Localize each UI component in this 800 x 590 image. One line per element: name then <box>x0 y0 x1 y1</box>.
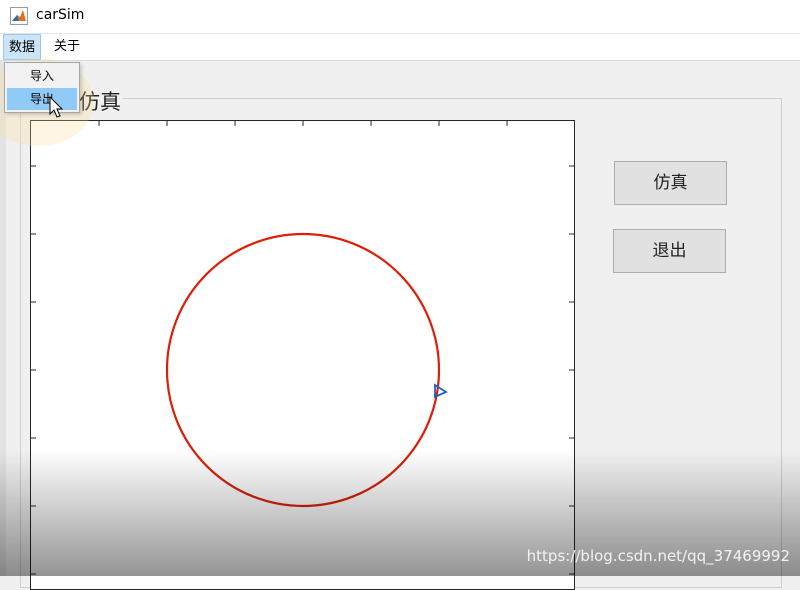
data-menu-dropdown: 导入 导出 <box>4 62 80 113</box>
exit-button[interactable]: 退出 <box>613 229 726 273</box>
title-bar: carSim <box>0 0 800 34</box>
plot-axes[interactable] <box>30 120 575 590</box>
simulate-button[interactable]: 仿真 <box>614 161 727 205</box>
menu-data[interactable]: 数据 <box>3 34 42 60</box>
window-title: carSim <box>36 7 85 23</box>
mouse-pointer-icon <box>49 96 64 118</box>
top-ticks <box>98 121 508 126</box>
left-ticks <box>31 165 36 575</box>
menu-bar: 数据 关于 <box>0 34 800 61</box>
right-ticks <box>569 165 574 575</box>
menu-item-export[interactable]: 导出 <box>7 88 77 110</box>
menu-item-import[interactable]: 导入 <box>7 65 77 87</box>
track-circle <box>165 232 441 508</box>
window-edge <box>0 61 6 576</box>
menu-about[interactable]: 关于 <box>49 34 85 60</box>
watermark-text: https://blog.csdn.net/qq_37469992 <box>526 547 790 565</box>
matlab-app-icon <box>10 7 28 25</box>
plot-canvas <box>31 121 574 575</box>
